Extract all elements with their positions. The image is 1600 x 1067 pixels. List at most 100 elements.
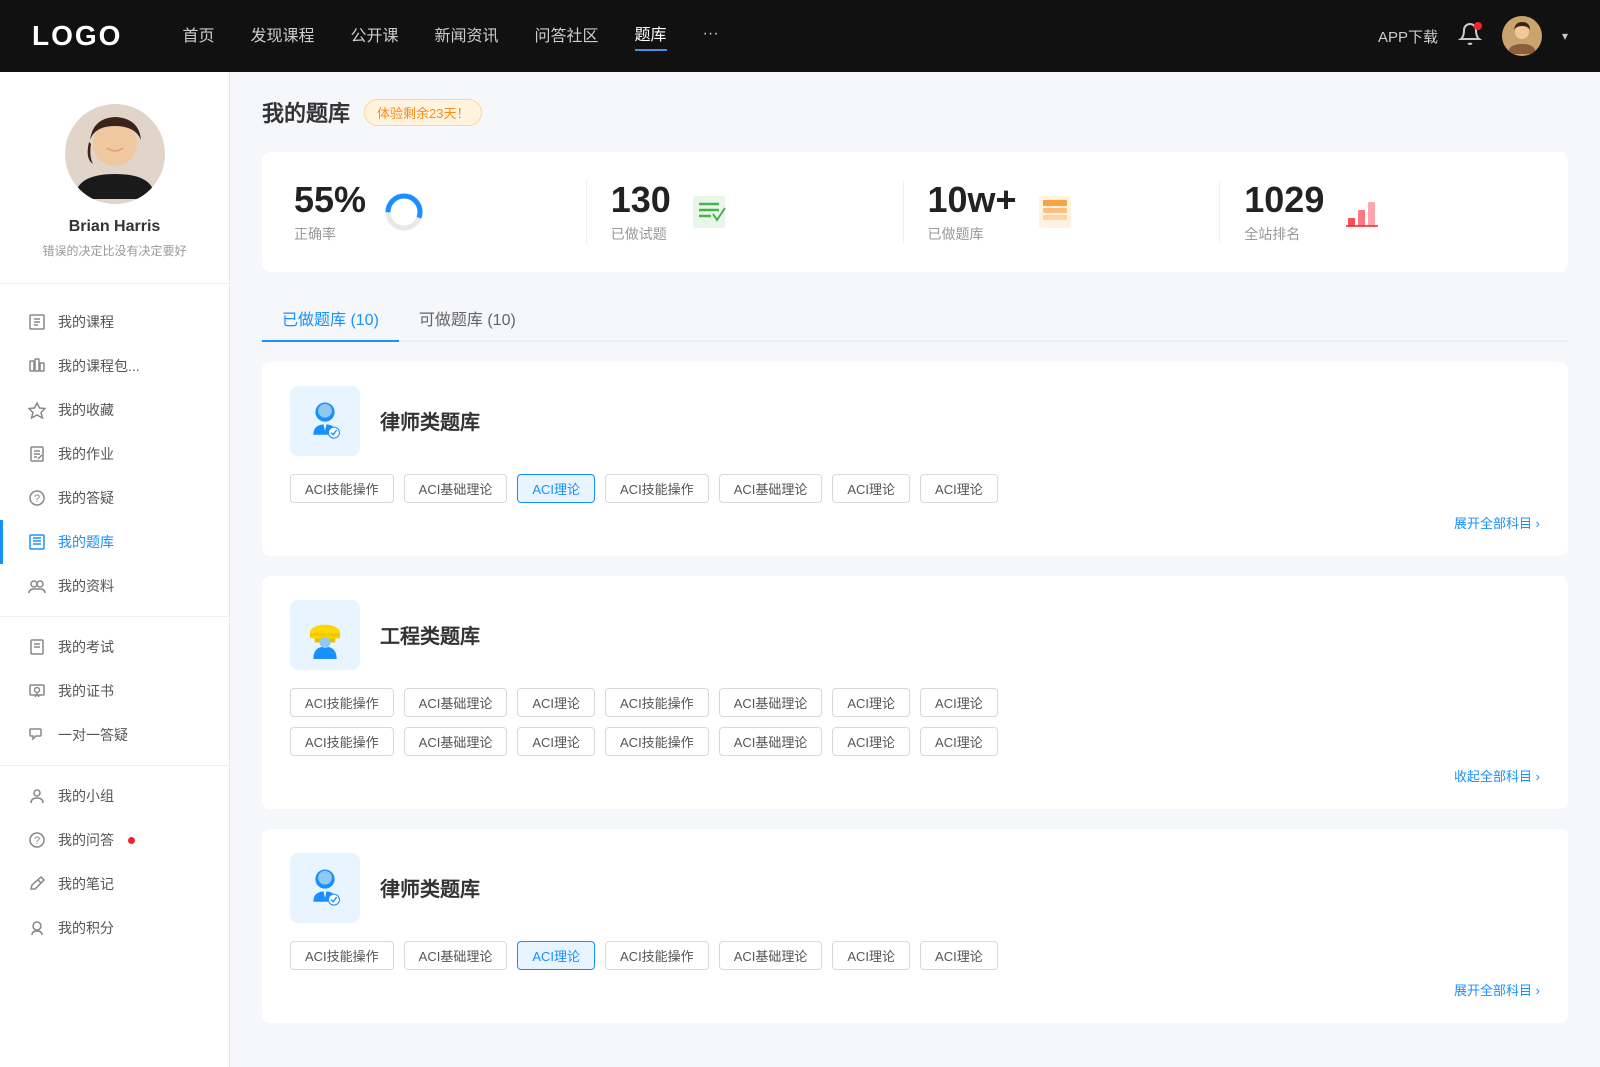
tag-eng2-0[interactable]: ACI技能操作 [290, 727, 394, 756]
questions-unread-dot [128, 837, 135, 844]
profile-motto: 错误的决定比没有决定要好 [42, 242, 186, 259]
bank-icon-engineer [290, 600, 360, 670]
page-header: 我的题库 体验剩余23天！ [262, 96, 1568, 128]
sidebar-item-1on1-qa[interactable]: 一对一答疑 [0, 713, 229, 757]
tag-lawyer1-2[interactable]: ACI理论 [517, 474, 595, 503]
sidebar-menu: 我的课程 我的课程包... 我的收藏 [0, 284, 229, 950]
1on1-qa-icon [28, 726, 46, 744]
divider-1 [0, 616, 229, 617]
stat-banks-done-value: 10w+ [928, 180, 1017, 220]
question-bank-label: 我的题库 [58, 532, 114, 552]
sidebar-item-my-groups[interactable]: 我的小组 [0, 774, 229, 818]
bank-icon-lawyer-2 [290, 853, 360, 923]
stat-questions-done: 130 已做试题 [587, 180, 904, 244]
notification-dot [1474, 22, 1482, 30]
bank-card-engineer: 工程类题库 ACI技能操作 ACI基础理论 ACI理论 ACI技能操作 ACI基… [262, 576, 1568, 809]
tag-eng2-3[interactable]: ACI技能操作 [605, 727, 709, 756]
tag-eng2-5[interactable]: ACI理论 [832, 727, 910, 756]
homework-label: 我的作业 [58, 444, 114, 464]
sidebar-item-question-bank[interactable]: 我的题库 [0, 520, 229, 564]
sidebar-item-homework[interactable]: 我的作业 [0, 432, 229, 476]
tag-lawyer2-6[interactable]: ACI理论 [920, 941, 998, 970]
list-check-icon [691, 194, 727, 230]
nav-link-more[interactable]: ··· [703, 25, 719, 47]
bank-icon-lawyer-1 [290, 386, 360, 456]
tag-eng-0[interactable]: ACI技能操作 [290, 688, 394, 717]
my-points-label: 我的积分 [58, 918, 114, 938]
ranking-icon [1340, 190, 1384, 234]
sidebar: Brian Harris 错误的决定比没有决定要好 我的课程 [0, 72, 230, 1067]
tag-lawyer1-0[interactable]: ACI技能操作 [290, 474, 394, 503]
tag-eng-4[interactable]: ACI基础理论 [719, 688, 823, 717]
sidebar-item-my-points[interactable]: 我的积分 [0, 906, 229, 950]
sidebar-item-favorites[interactable]: 我的收藏 [0, 388, 229, 432]
questions-done-icon [687, 190, 731, 234]
tag-eng-2[interactable]: ACI理论 [517, 688, 595, 717]
divider-2 [0, 765, 229, 766]
favorites-icon [28, 401, 46, 419]
user-dropdown-arrow[interactable]: ▾ [1562, 29, 1568, 43]
collapse-engineer[interactable]: 收起全部科目 › [290, 766, 1540, 785]
my-questions-label: 我的问答 [58, 830, 114, 850]
expand-lawyer-2[interactable]: 展开全部科目 › [290, 980, 1540, 999]
tag-eng-1[interactable]: ACI基础理论 [404, 688, 508, 717]
tag-eng2-6[interactable]: ACI理论 [920, 727, 998, 756]
profile-name: Brian Harris [69, 218, 161, 236]
sidebar-item-my-materials[interactable]: 我的资料 [0, 564, 229, 608]
my-courses-icon [28, 313, 46, 331]
avatar-image [1502, 16, 1542, 56]
sidebar-item-course-package[interactable]: 我的课程包... [0, 344, 229, 388]
tag-eng-3[interactable]: ACI技能操作 [605, 688, 709, 717]
nav-link-questionbank[interactable]: 题库 [635, 21, 667, 51]
user-avatar[interactable] [1502, 16, 1542, 56]
tag-lawyer2-3[interactable]: ACI技能操作 [605, 941, 709, 970]
app-download-button[interactable]: APP下载 [1378, 26, 1438, 47]
sidebar-item-my-exams[interactable]: 我的考试 [0, 625, 229, 669]
tag-eng2-2[interactable]: ACI理论 [517, 727, 595, 756]
table-icon [1037, 194, 1073, 230]
sidebar-item-my-courses[interactable]: 我的课程 [0, 300, 229, 344]
tag-lawyer1-4[interactable]: ACI基础理论 [719, 474, 823, 503]
sidebar-item-my-notes[interactable]: 我的笔记 [0, 862, 229, 906]
sidebar-item-certificates[interactable]: 我的证书 [0, 669, 229, 713]
1on1-qa-label: 一对一答疑 [58, 725, 128, 745]
stat-accuracy-numbers: 55% 正确率 [294, 180, 366, 244]
tag-lawyer2-4[interactable]: ACI基础理论 [719, 941, 823, 970]
bank-tags-row-lawyer-2: ACI技能操作 ACI基础理论 ACI理论 ACI技能操作 ACI基础理论 AC… [290, 941, 1540, 970]
expand-lawyer-1[interactable]: 展开全部科目 › [290, 513, 1540, 532]
nav-link-discover[interactable]: 发现课程 [250, 22, 314, 50]
profile-avatar[interactable] [65, 104, 165, 204]
tag-lawyer2-2[interactable]: ACI理论 [517, 941, 595, 970]
tag-eng2-1[interactable]: ACI基础理论 [404, 727, 508, 756]
my-exams-label: 我的考试 [58, 637, 114, 657]
tabs-row: 已做题库 (10) 可做题库 (10) [262, 296, 1568, 342]
stat-banks-done: 10w+ 已做题库 [904, 180, 1221, 244]
avatar-svg [1502, 16, 1542, 56]
sidebar-item-my-qa[interactable]: ? 我的答疑 [0, 476, 229, 520]
tag-lawyer1-1[interactable]: ACI基础理论 [404, 474, 508, 503]
tag-lawyer1-5[interactable]: ACI理论 [832, 474, 910, 503]
tag-lawyer1-6[interactable]: ACI理论 [920, 474, 998, 503]
tag-eng2-4[interactable]: ACI基础理论 [719, 727, 823, 756]
my-points-icon [28, 919, 46, 937]
main-content: 我的题库 体验剩余23天！ 55% 正确率 [230, 72, 1600, 1067]
tag-lawyer2-5[interactable]: ACI理论 [832, 941, 910, 970]
tag-lawyer2-0[interactable]: ACI技能操作 [290, 941, 394, 970]
my-materials-icon [28, 577, 46, 595]
nav-link-home[interactable]: 首页 [182, 22, 214, 50]
nav-link-news[interactable]: 新闻资讯 [435, 22, 499, 50]
profile-section: Brian Harris 错误的决定比没有决定要好 [0, 104, 229, 284]
nav-link-qa[interactable]: 问答社区 [535, 22, 599, 50]
nav-link-opencourse[interactable]: 公开课 [350, 22, 398, 50]
tag-eng-6[interactable]: ACI理论 [920, 688, 998, 717]
certificates-icon [28, 682, 46, 700]
tab-done-banks[interactable]: 已做题库 (10) [262, 296, 399, 342]
tag-lawyer2-1[interactable]: ACI基础理论 [404, 941, 508, 970]
sidebar-item-my-questions[interactable]: ? 我的问答 [0, 818, 229, 862]
tag-lawyer1-3[interactable]: ACI技能操作 [605, 474, 709, 503]
bank-card-header-3: 律师类题库 [290, 853, 1540, 923]
tab-available-banks[interactable]: 可做题库 (10) [399, 296, 536, 342]
notification-bell[interactable] [1458, 22, 1482, 51]
lawyer2-icon-svg [301, 864, 349, 912]
tag-eng-5[interactable]: ACI理论 [832, 688, 910, 717]
